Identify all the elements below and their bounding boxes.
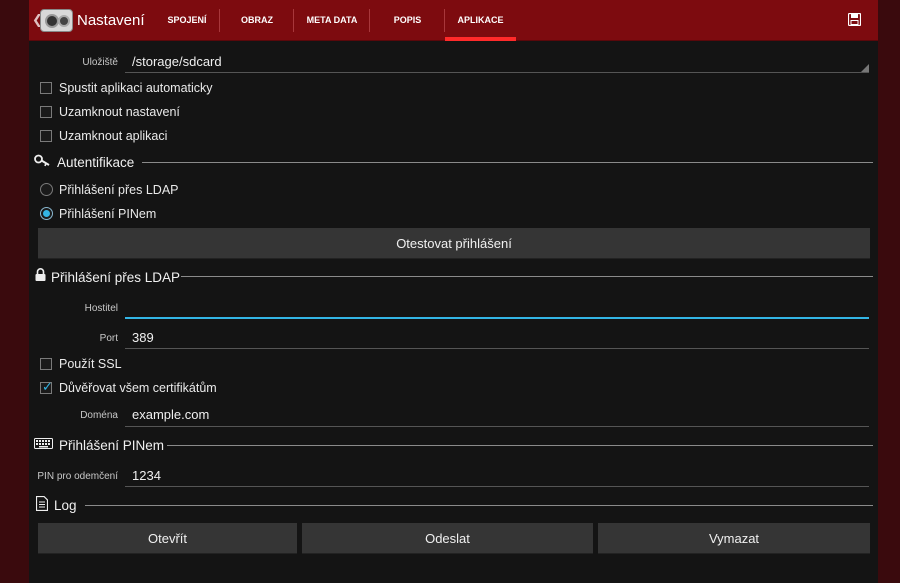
use-ssl-checkbox[interactable] [40,358,52,370]
left-margin [0,0,29,583]
right-margin [878,0,900,583]
domain-underline [125,426,869,427]
trust-certificates-checkbox[interactable]: ✓ [40,379,53,394]
trust-certificates-label: Důvěřovat všem certifikátům [59,381,217,395]
tab-obraz[interactable]: OBRAZ [220,0,294,41]
page-title: Nastavení [77,12,145,29]
tab-popis[interactable]: POPIS [370,0,445,41]
lock-settings-checkbox[interactable] [40,106,52,118]
pin-underline [125,486,869,487]
storage-value[interactable]: /storage/sdcard [132,54,222,69]
use-ssl-label: Použít SSL [59,357,122,371]
port-underline [125,348,869,349]
tab-label: OBRAZ [241,15,273,25]
log-section-divider [85,505,873,506]
ldap-login-label: Přihlášení přes LDAP [59,183,179,197]
pin-login-radio[interactable] [40,207,53,220]
ldap-section-title: Přihlášení přes LDAP [51,270,181,285]
tab-aplikace[interactable]: APLIKACE [445,0,516,41]
lock-icon [35,268,46,281]
tab-label: POPIS [393,15,422,25]
lock-app-label: Uzamknout aplikaci [59,129,168,143]
test-login-button[interactable]: Otestovat přihlášení [38,228,870,259]
action-bar: ❮ Nastavení SPOJENÍ OBRAZ META DATA POPI… [29,0,878,41]
tab-spojeni[interactable]: SPOJENÍ [154,0,220,41]
pin-value[interactable]: 1234 [132,468,161,483]
auth-section-title: Autentifikace [57,155,135,170]
pin-section-divider [167,445,873,446]
checkmark-icon: ✓ [42,379,53,394]
settings-content: Uložiště /storage/sdcard Spustit aplikac… [29,41,878,583]
open-log-button[interactable]: Otevřít [38,523,297,554]
host-input[interactable] [125,317,869,319]
port-label: Port [99,333,118,344]
autostart-label: Spustit aplikaci automaticky [59,81,213,95]
autostart-checkbox[interactable] [40,82,52,94]
send-log-button[interactable]: Odeslat [302,523,593,554]
tab-label: SPOJENÍ [167,15,207,25]
ldap-login-radio[interactable] [40,183,53,196]
log-section-title: Log [54,498,77,513]
auth-section-divider [142,162,873,163]
lock-settings-label: Uzamknout nastavení [59,105,180,119]
pin-login-label: Přihlášení PINem [59,207,157,221]
pin-label: PIN pro odemčení [37,471,118,482]
port-value[interactable]: 389 [132,330,154,345]
key-icon [34,154,50,167]
keyboard-icon [34,438,53,449]
ldap-section-divider [181,276,873,277]
storage-underline [125,72,869,73]
lock-app-checkbox[interactable] [40,130,52,142]
save-icon[interactable] [848,13,861,26]
clear-log-button[interactable]: Vymazat [598,523,870,554]
tab-meta-data[interactable]: META DATA [294,0,370,41]
camera-app-icon[interactable] [40,9,73,32]
document-icon [36,496,48,511]
tab-bar: SPOJENÍ OBRAZ META DATA POPIS APLIKACE [154,0,516,41]
host-label: Hostitel [84,303,118,314]
settings-app: ❮ Nastavení SPOJENÍ OBRAZ META DATA POPI… [29,0,878,583]
storage-dropdown-corner-icon[interactable] [861,64,869,72]
tab-label: META DATA [306,15,358,25]
domain-label: Doména [80,410,118,421]
storage-label: Uložiště [82,57,118,68]
tab-label: APLIKACE [457,15,504,25]
domain-value[interactable]: example.com [132,407,209,422]
pin-section-title: Přihlášení PINem [59,438,165,453]
